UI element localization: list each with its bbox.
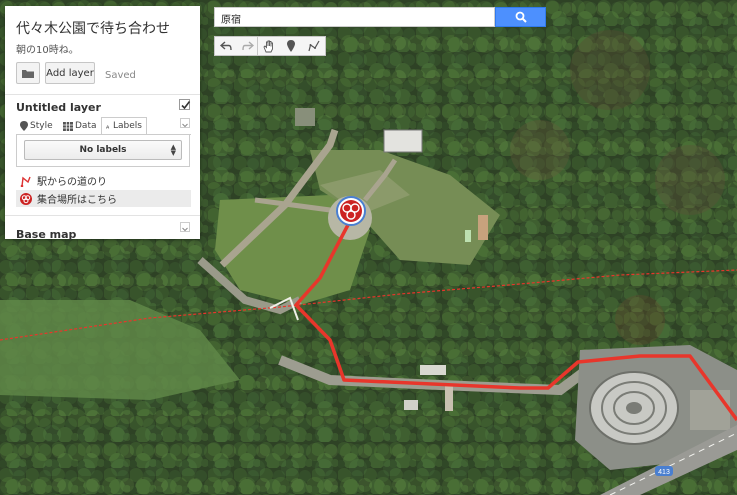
folder-icon	[22, 69, 34, 78]
svg-text:A: A	[106, 124, 110, 129]
paint-icon	[20, 121, 28, 131]
search-button[interactable]	[495, 7, 546, 27]
map-tools-group	[257, 36, 326, 56]
divider	[5, 215, 200, 216]
biohazard-marker-icon	[19, 192, 33, 205]
redo-icon	[242, 41, 254, 51]
undo-redo-group	[214, 36, 260, 56]
chevron-down-icon	[182, 227, 188, 232]
basemap-options-dropdown[interactable]	[180, 222, 190, 232]
add-layer-button[interactable]: Add layer	[45, 62, 95, 84]
hand-pan-icon	[263, 40, 274, 52]
tab-data-label: Data	[75, 121, 97, 131]
map-description[interactable]: 朝の10時ね。	[16, 41, 79, 56]
feature-label: 集合場所はこちら	[37, 195, 117, 206]
search-input[interactable]: 原宿	[214, 7, 495, 27]
basemap-title[interactable]: Base map	[16, 228, 76, 241]
open-folder-button[interactable]	[16, 62, 40, 84]
tab-style-label: Style	[30, 121, 53, 131]
route-number: 413	[658, 469, 670, 476]
labels-settings: No labels ▲ ▼	[16, 135, 190, 167]
divider	[5, 94, 200, 95]
marker-icon	[287, 40, 296, 52]
feature-item-meeting-point[interactable]: 集合場所はこちら	[16, 190, 191, 207]
line-path-icon	[19, 175, 33, 187]
tab-style[interactable]: Style	[20, 117, 53, 135]
search-icon	[515, 11, 527, 23]
feature-item-route[interactable]: 駅からの道のり	[16, 172, 191, 189]
draw-line-icon	[308, 40, 320, 52]
layers-panel: 代々木公園で待ち合わせ 朝の10時ね。 Add layer Saved Unti…	[5, 6, 200, 241]
checkmark-icon	[181, 101, 191, 110]
add-marker-button[interactable]	[280, 37, 302, 55]
map-title[interactable]: 代々木公園で待ち合わせ	[16, 18, 170, 38]
labels-select-value: No labels	[79, 145, 127, 155]
tab-labels[interactable]: A Labels	[101, 117, 147, 135]
chevron-down-icon	[182, 123, 188, 128]
tab-labels-label: Labels	[113, 121, 142, 131]
table-icon	[63, 121, 73, 131]
layer-options-dropdown[interactable]	[180, 118, 190, 128]
draw-line-button[interactable]	[303, 37, 325, 55]
undo-button[interactable]	[215, 37, 237, 55]
meeting-point-marker[interactable]	[336, 196, 366, 226]
redo-button[interactable]	[237, 37, 259, 55]
saved-status: Saved	[105, 70, 136, 81]
layer-visibility-checkbox[interactable]	[179, 99, 191, 110]
layer-title[interactable]: Untitled layer	[16, 101, 101, 114]
select-arrows-icon: ▲ ▼	[170, 143, 176, 157]
feature-label: 駅からの道のり	[37, 177, 107, 188]
tab-data[interactable]: Data	[63, 117, 97, 135]
labels-select[interactable]: No labels ▲ ▼	[24, 140, 182, 160]
undo-icon	[220, 41, 232, 51]
pan-tool-button[interactable]	[258, 37, 280, 55]
labels-icon: A	[106, 124, 110, 129]
